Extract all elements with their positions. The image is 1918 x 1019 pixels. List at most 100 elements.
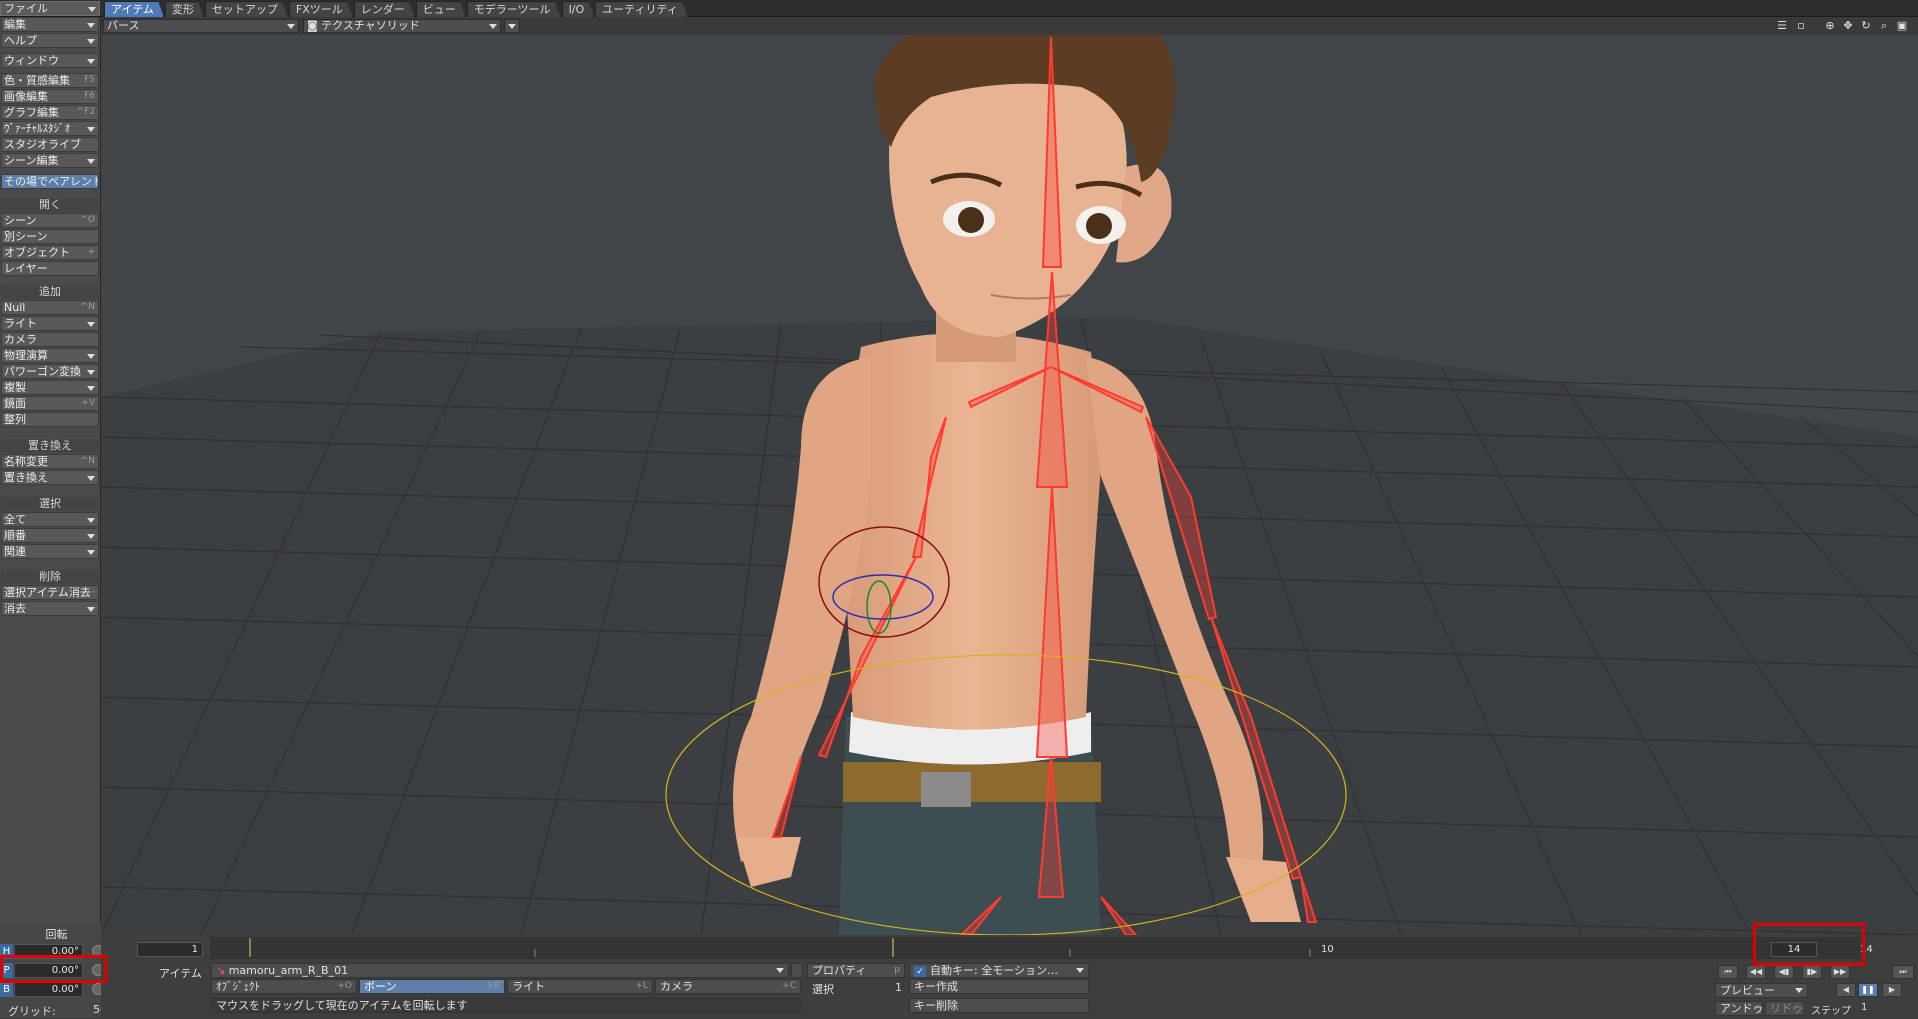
next-key-icon[interactable]: ▶▶ bbox=[1830, 965, 1850, 979]
tab-setup[interactable]: セットアップ bbox=[205, 1, 288, 17]
bank-field[interactable]: 0.00° bbox=[14, 982, 83, 997]
shortcut-hint: F6 bbox=[84, 91, 95, 101]
timeline-track[interactable] bbox=[210, 935, 1860, 961]
file-menu-label: ファイル bbox=[4, 2, 48, 15]
rotate-view-icon[interactable]: ↻ bbox=[1859, 19, 1873, 33]
polygon-convert-menu[interactable]: パワーゴン変換 bbox=[1, 364, 99, 379]
add-dynamics-menu[interactable]: 物理演算 bbox=[1, 348, 99, 363]
file-menu[interactable]: ファイル bbox=[0, 1, 100, 16]
pitch-field[interactable]: 0.00° bbox=[14, 963, 83, 978]
load-scene-button[interactable]: シーン ^O bbox=[1, 213, 99, 228]
chevron-down-icon bbox=[287, 24, 295, 29]
heading-field[interactable]: 0.00° bbox=[14, 944, 83, 959]
pause-icon[interactable]: ❚❚ bbox=[1858, 983, 1878, 997]
graph-editor-button[interactable]: グラフ編集 ^F2 bbox=[1, 105, 99, 120]
tab-items[interactable]: アイテム bbox=[104, 1, 164, 17]
chevron-down-icon bbox=[87, 476, 95, 481]
auto-key-select[interactable]: ✓ 自動キー: 全モーション… bbox=[909, 963, 1089, 978]
tab-modify[interactable]: 変形 bbox=[165, 1, 204, 17]
shortcut-hint: + bbox=[87, 247, 95, 257]
image-editor-button[interactable]: 画像編集 F6 bbox=[1, 89, 99, 104]
checkbox-check-icon[interactable]: ✓ bbox=[914, 966, 926, 977]
chevron-down-icon bbox=[508, 24, 516, 29]
mirror-button[interactable]: 鏡面 +V bbox=[1, 396, 99, 411]
scene-label: シーン bbox=[4, 214, 37, 227]
undo-label: アンドゥ bbox=[1720, 1002, 1763, 1015]
window-menu[interactable]: ウィンドウ bbox=[1, 53, 99, 68]
virtual-studio-menu[interactable]: ｳﾞｧｰﾁｬﾙｽﾀｼﾞｵ bbox=[1, 121, 99, 136]
objects-filter-button[interactable]: ｵﾌﾞｼﾞｪｸﾄ +O bbox=[211, 979, 357, 994]
parent-in-place-toggle[interactable]: その場でペアレント bbox=[1, 174, 99, 189]
select-related-menu[interactable]: 関連 bbox=[1, 544, 99, 559]
bones-label: ボーン bbox=[364, 980, 397, 993]
3d-viewport[interactable]: +z bbox=[101, 17, 1918, 935]
select-related-label: 関連 bbox=[4, 545, 26, 558]
clear-selected-button[interactable]: 選択アイテム消去 - bbox=[1, 585, 99, 600]
undo-button[interactable]: アンドゥ bbox=[1715, 1001, 1763, 1016]
maximize-view-icon[interactable]: ▣ bbox=[1895, 19, 1909, 33]
viewport-split-icon[interactable]: ▫ bbox=[1794, 19, 1808, 33]
add-null-button[interactable]: Null ^N bbox=[1, 300, 99, 315]
belt bbox=[843, 762, 1101, 802]
render-style-select[interactable]: ◙ テクスチャソリッド bbox=[303, 19, 501, 33]
studio-live-button[interactable]: スタジオライブ bbox=[1, 137, 99, 152]
cameras-filter-button[interactable]: カメラ +C bbox=[655, 979, 801, 994]
viewport-list-icon[interactable]: ☰ bbox=[1775, 19, 1789, 33]
replace-menu[interactable]: 置き換え bbox=[1, 470, 99, 485]
surface-editor-button[interactable]: 色・質感編集 F5 bbox=[1, 73, 99, 88]
scene-editor-menu[interactable]: シーン編集 bbox=[1, 153, 99, 168]
tab-fx-tools[interactable]: FXツール bbox=[289, 1, 353, 17]
clone-menu[interactable]: 複製 bbox=[1, 380, 99, 395]
prev-key-icon[interactable]: ◀◀ bbox=[1746, 965, 1766, 979]
bones-filter-button[interactable]: ボーン +B bbox=[359, 979, 505, 994]
item-options-button[interactable] bbox=[791, 963, 803, 978]
go-start-icon[interactable]: ⏮ bbox=[1718, 965, 1738, 979]
align-button[interactable]: 整列 bbox=[1, 412, 99, 427]
properties-button[interactable]: プロパティ p bbox=[807, 963, 905, 978]
shortcut-hint: +C bbox=[782, 981, 796, 991]
prev-frame-icon[interactable]: ◀▮ bbox=[1774, 965, 1794, 979]
end-frame-label[interactable]: 14 bbox=[1860, 944, 1873, 955]
tab-io[interactable]: I/O bbox=[562, 1, 595, 17]
light-label: ライト bbox=[4, 317, 37, 330]
play-reverse-icon[interactable]: ◀ bbox=[1836, 983, 1856, 997]
tab-view[interactable]: ビュー bbox=[416, 1, 466, 17]
tab-utilities[interactable]: ユーティリティ bbox=[595, 1, 688, 17]
create-key-button[interactable]: キー作成 bbox=[909, 979, 1089, 994]
chevron-down-icon bbox=[87, 550, 95, 555]
clear-menu[interactable]: 消去 bbox=[1, 601, 99, 616]
select-order-label: 順番 bbox=[4, 529, 26, 542]
view-mode-select[interactable]: パース bbox=[103, 19, 299, 33]
tab-render[interactable]: レンダー bbox=[354, 1, 415, 17]
studio-live-label: スタジオライブ bbox=[4, 138, 81, 151]
add-light-menu[interactable]: ライト bbox=[1, 316, 99, 331]
viewport-options-menu[interactable] bbox=[504, 19, 520, 33]
zoom-view-icon[interactable]: ⌕ bbox=[1877, 19, 1891, 33]
play-forward-icon[interactable]: ▶ bbox=[1882, 983, 1902, 997]
center-view-icon[interactable]: ⊕ bbox=[1823, 19, 1837, 33]
preview-menu[interactable]: プレビュー bbox=[1715, 983, 1808, 998]
move-view-icon[interactable]: ✥ bbox=[1841, 19, 1855, 33]
start-frame-field[interactable]: 1 bbox=[137, 942, 203, 957]
select-order-menu[interactable]: 順番 bbox=[1, 528, 99, 543]
help-menu[interactable]: ヘルプ bbox=[1, 33, 99, 48]
lights-filter-button[interactable]: ライト +L bbox=[507, 979, 653, 994]
load-other-scene-button[interactable]: 別シーン bbox=[1, 229, 99, 244]
step-value[interactable]: 1 bbox=[1861, 1002, 1867, 1013]
add-camera-button[interactable]: カメラ bbox=[1, 332, 99, 347]
tab-modeler-tools[interactable]: モデラーツール bbox=[467, 1, 561, 17]
select-all-menu[interactable]: 全て bbox=[1, 512, 99, 527]
rename-button[interactable]: 名称変更 ^N bbox=[1, 454, 99, 469]
viewport-scene[interactable]: +z bbox=[101, 17, 1918, 935]
redo-button[interactable]: リドゥ bbox=[1765, 1001, 1805, 1016]
load-object-button[interactable]: オブジェクト + bbox=[1, 245, 99, 260]
go-end-icon[interactable]: ⏭ bbox=[1892, 965, 1914, 979]
delete-key-button[interactable]: キー削除 bbox=[909, 998, 1089, 1013]
view-mode-label: パース bbox=[107, 19, 140, 32]
next-frame-icon[interactable]: ▮▶ bbox=[1802, 965, 1822, 979]
timeline-tick-label: 10 bbox=[1321, 944, 1334, 955]
load-layer-button[interactable]: レイヤー bbox=[1, 261, 99, 276]
current-frame-field[interactable]: 14 bbox=[1771, 942, 1817, 957]
edit-menu[interactable]: 編集 bbox=[1, 17, 99, 32]
current-item-select[interactable]: ↘ mamoru_arm_R_B_01 bbox=[211, 963, 789, 978]
